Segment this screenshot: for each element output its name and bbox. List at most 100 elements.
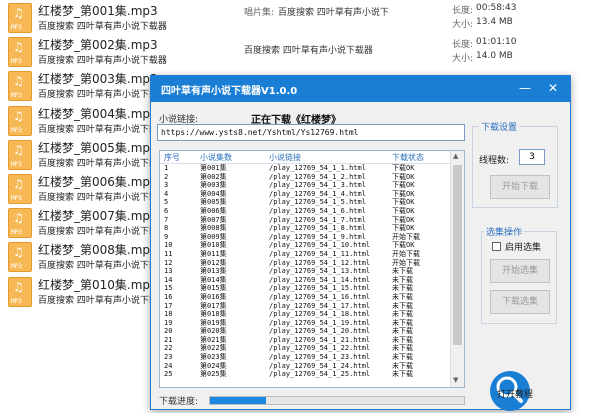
cell-episode: 第020集	[200, 327, 227, 336]
cell-no: 4	[164, 189, 169, 198]
file-name: 红楼梦_第005集.mp3	[38, 140, 158, 155]
table-row[interactable]: 8 第008集/play_12769_54_1_8.html 下载OK	[160, 224, 450, 233]
table-row[interactable]: 24 第024集/play_12769_54_1_24.html 未下载	[160, 362, 450, 371]
table-row[interactable]: 1 第001集/play_12769_54_1_1.html 下载OK	[160, 164, 450, 173]
file-album: 百度搜索 四叶草有声小说下载器	[38, 227, 167, 238]
scrollbar-thumb[interactable]	[453, 165, 462, 345]
table-row[interactable]: 20 第020集/play_12769_54_1_20.html 未下载	[160, 327, 450, 336]
duration-value: 01:01:10	[476, 37, 517, 48]
table-row[interactable]: 18 第018集/play_12769_54_1_18.html 未下载	[160, 310, 450, 319]
cell-link: /play_12769_54_1_5.html	[269, 198, 366, 207]
column-header-no: 序号	[164, 153, 180, 162]
open-tutorial-button[interactable]: 打开教程	[497, 387, 533, 400]
duration-label: 长度:	[452, 6, 474, 16]
column-header-episode: 小说集数	[200, 153, 232, 162]
cell-no: 17	[164, 301, 173, 310]
table-row[interactable]: 3 第003集/play_12769_54_1_3.html 下载OK	[160, 181, 450, 190]
table-row[interactable]: 5 第005集/play_12769_54_1_5.html 下载OK	[160, 198, 450, 207]
table-row[interactable]: 12 第012集/play_12769_54_1_12.html 开始下载	[160, 259, 450, 268]
music-file-icon: ♫ MP3	[8, 139, 32, 170]
window-title: 四叶草有声小说下载器V1.0.0	[161, 86, 298, 97]
file-name: 红楼梦_第008集.mp3	[38, 243, 158, 258]
cell-episode: 第013集	[200, 267, 227, 276]
download-settings-legend: 下载设置	[479, 120, 520, 133]
episode-list[interactable]: 序号 小说集数 小说链接 下载状态 1 第001集/play_12769_54_1…	[159, 150, 465, 388]
size-label: 大小:	[452, 54, 474, 65]
file-album: 百度搜索 四叶草有声小说下载器	[38, 158, 167, 169]
cell-no: 10	[164, 241, 173, 250]
music-file-icon: ♫ MP3	[8, 208, 32, 239]
table-row[interactable]: 23 第023集/play_12769_54_1_23.html 未下载	[160, 353, 450, 362]
threads-input[interactable]: 3	[519, 149, 545, 165]
vertical-scrollbar[interactable]: ▲ ▼	[450, 151, 464, 387]
cell-no: 12	[164, 258, 173, 267]
file-name: 红楼梦_第010集.mp3	[38, 277, 158, 292]
file-list-item[interactable]: ♫ MP3 红楼梦_第001集.mp3 百度搜索 四叶草有声小说下载器 唱片集: 百度搜索…	[0, 0, 600, 34]
cell-no: 20	[164, 327, 173, 336]
table-row[interactable]: 13 第013集/play_12769_54_1_13.html 未下载	[160, 267, 450, 276]
table-row[interactable]: 7 第007集/play_12769_54_1_7.html 下载OK	[160, 216, 450, 225]
cell-episode: 第024集	[200, 361, 227, 370]
table-row[interactable]: 2 第002集/play_12769_54_1_2.html 下载OK	[160, 173, 450, 182]
file-name: 红楼梦_第007集.mp3	[38, 209, 158, 224]
cell-link: /play_12769_54_1_4.html	[269, 189, 366, 198]
cell-state: 未下载	[392, 344, 413, 353]
cell-link: /play_12769_54_1_12.html	[269, 258, 371, 267]
cell-link: /play_12769_54_1_15.html	[269, 284, 371, 293]
minimize-button[interactable]: —	[515, 79, 535, 97]
file-name: 红楼梦_第001集.mp3	[38, 4, 158, 18]
cell-state: 下载OK	[392, 172, 415, 181]
cell-episode: 第010集	[200, 241, 227, 250]
cell-link: /play_12769_54_1_2.html	[269, 172, 366, 181]
cell-link: /play_12769_54_1_25.html	[269, 370, 371, 379]
file-name: 红楼梦_第002集.mp3	[38, 38, 158, 53]
cell-no: 8	[164, 224, 169, 233]
start-selection-button[interactable]: 开始选集	[490, 259, 550, 283]
table-row[interactable]: 10 第010集/play_12769_54_1_10.html 下载OK	[160, 241, 450, 250]
music-file-icon: ♫ MP3	[8, 3, 32, 33]
cell-state: 开始下载	[392, 249, 420, 258]
cell-link: /play_12769_54_1_24.html	[269, 361, 371, 370]
table-row[interactable]: 25 第025集/play_12769_54_1_25.html 未下载	[160, 370, 450, 379]
size-value: 13.4 MB	[476, 17, 513, 27]
scroll-up-icon[interactable]: ▲	[453, 152, 458, 160]
cell-episode: 第016集	[200, 292, 227, 301]
table-row[interactable]: 16 第016集/play_12769_54_1_16.html 未下载	[160, 293, 450, 302]
cell-episode: 第012集	[200, 258, 227, 267]
title-bar[interactable]: 四叶草有声小说下载器V1.0.0 — ✕	[151, 76, 570, 102]
enable-selection-checkbox[interactable]	[492, 242, 501, 251]
cell-episode: 第001集	[200, 164, 227, 172]
cell-no: 1	[164, 164, 169, 172]
cell-no: 2	[164, 172, 169, 181]
scroll-down-icon[interactable]: ▼	[453, 376, 458, 384]
cell-episode: 第006集	[200, 206, 227, 215]
music-file-icon: ♫ MP3	[8, 174, 32, 204]
cell-link: /play_12769_54_1_11.html	[269, 249, 371, 258]
table-row[interactable]: 15 第015集/play_12769_54_1_15.html 未下载	[160, 284, 450, 293]
cell-state: 下载OK	[392, 241, 415, 250]
cell-state: 未下载	[392, 310, 413, 319]
cell-episode: 第015集	[200, 284, 227, 293]
cell-state: 下载OK	[392, 198, 415, 207]
file-list-item[interactable]: ♫MP3红楼梦_第002集.mp3百度搜索 四叶草有声小说下载器唱片集:百度搜索…	[0, 34, 600, 68]
cell-no: 9	[164, 232, 169, 241]
table-row[interactable]: 19 第019集/play_12769_54_1_19.html 未下载	[160, 319, 450, 328]
table-row[interactable]: 17 第017集/play_12769_54_1_17.html 未下载	[160, 302, 450, 311]
url-input[interactable]: https://www.ysts8.net/Yshtml/Ys12769.htm…	[157, 124, 465, 141]
cell-state: 开始下载	[392, 258, 420, 267]
close-button[interactable]: ✕	[543, 79, 563, 97]
cell-no: 15	[164, 284, 173, 293]
table-row[interactable]: 22 第022集/play_12769_54_1_22.html 未下载	[160, 344, 450, 353]
cell-link: /play_12769_54_1_18.html	[269, 310, 371, 319]
music-file-icon: ♫ MP3	[8, 242, 32, 273]
threads-label: 线程数:	[479, 156, 510, 166]
cell-link: /play_12769_54_1_6.html	[269, 206, 366, 215]
cell-state: 下载OK	[392, 215, 415, 224]
start-download-button[interactable]: 开始下载	[490, 175, 550, 199]
table-row[interactable]: 6 第006集/play_12769_54_1_6.html 下载OK	[160, 207, 450, 216]
album-value: 百度搜索 四叶草有声小说下载器	[244, 46, 373, 57]
cell-link: /play_12769_54_1_9.html	[269, 232, 366, 241]
download-selection-button[interactable]: 下载选集	[490, 290, 550, 314]
music-file-icon: ♫ MP3	[8, 276, 32, 307]
table-row[interactable]: 11 第011集/play_12769_54_1_11.html 开始下载	[160, 250, 450, 259]
